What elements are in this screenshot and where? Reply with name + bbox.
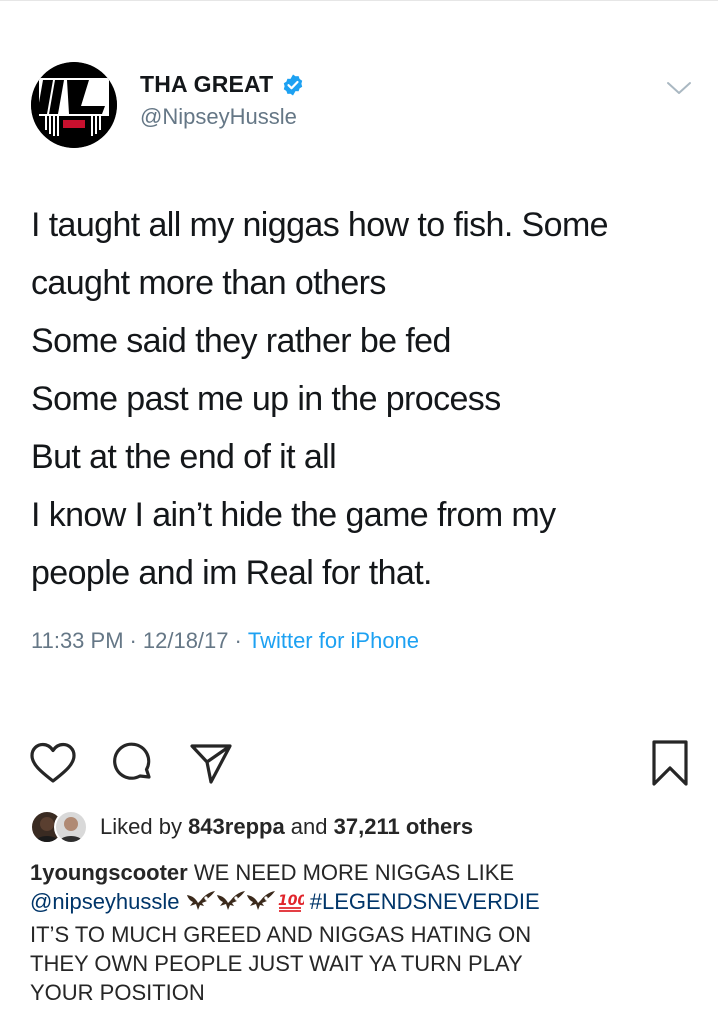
caption-mention[interactable]: @nipseyhussle	[30, 889, 180, 914]
tweet-meta: 11:33 PM · 12/18/17 · Twitter for iPhone	[31, 628, 419, 654]
tweet-display-name[interactable]: THA GREAT	[140, 71, 305, 98]
caption-text: YOUR POSITION	[30, 980, 205, 1005]
post-action-bar	[0, 740, 718, 790]
tweet-time: 11:33 PM	[31, 628, 124, 653]
bookmark-icon	[652, 740, 688, 786]
paper-plane-icon	[190, 744, 232, 784]
caption-text: WE NEED MORE NIGGAS LIKE	[187, 860, 515, 885]
comment-icon	[113, 742, 151, 780]
tweet-line: I taught all my niggas how to fish. Some	[31, 206, 609, 244]
caption-hashtag[interactable]: #LEGENDSNEVERDIE	[310, 889, 540, 914]
tweet-line: I know I ain’t hide the game from my	[31, 496, 556, 534]
share-button[interactable]	[188, 740, 234, 786]
tweet-line: caught more than others	[31, 264, 386, 302]
save-button[interactable]	[650, 740, 690, 786]
tmc-logo-icon	[31, 62, 117, 148]
display-name-text: THA GREAT	[140, 71, 274, 97]
tweet-date: 12/18/17	[142, 628, 229, 653]
chevron-down-icon[interactable]	[666, 80, 692, 96]
caption-text: THEY OWN PEOPLE JUST WAIT YA TURN PLAY	[30, 951, 523, 976]
tweet-line: Some past me up in the process	[31, 380, 501, 418]
tweet-avatar[interactable]	[31, 62, 117, 148]
liker-avatars	[30, 810, 100, 844]
eagle-emoji	[246, 889, 276, 920]
caption-username[interactable]: 1youngscooter	[30, 860, 188, 885]
likes-text: Liked by 843reppa and 37,211 others	[100, 814, 473, 840]
eagle-emoji	[186, 889, 216, 920]
tweet-line: people and im Real for that.	[31, 554, 433, 592]
tweet-screenshot: THA GREAT @NipseyHussle I taught all my …	[0, 0, 718, 700]
tweet-line: Some said they rather be fed	[31, 322, 451, 360]
tweet-line: But at the end of it all	[31, 438, 337, 476]
svg-text:100: 100	[278, 893, 304, 909]
verified-badge-icon	[281, 73, 305, 97]
tweet-handle[interactable]: @NipseyHussle	[140, 104, 297, 130]
meta-separator: ·	[129, 628, 137, 653]
likes-count[interactable]: 37,211 others	[334, 814, 473, 839]
caption-text: IT’S TO MUCH GREED AND NIGGAS HATING ON	[30, 922, 532, 947]
eagle-emoji	[216, 889, 246, 920]
tweet-source-link[interactable]: Twitter for iPhone	[248, 628, 419, 653]
liked-by-prefix: Liked by	[100, 814, 189, 839]
comment-button[interactable]	[110, 740, 156, 786]
meta-separator: ·	[234, 628, 242, 653]
hundred-points-emoji: 100	[276, 889, 307, 920]
post-caption: 1youngscooter WE NEED MORE NIGGAS LIKE @…	[30, 858, 690, 1007]
likes-conjunction: and	[284, 814, 334, 839]
tweet-text: I taught all my niggas how to fish. Some…	[31, 196, 701, 602]
like-button[interactable]	[28, 740, 78, 786]
likes-row: Liked by 843reppa and 37,211 others	[30, 810, 473, 844]
avatar[interactable]	[54, 810, 88, 844]
liker-username[interactable]: 843reppa	[188, 814, 285, 839]
heart-icon	[30, 742, 76, 783]
